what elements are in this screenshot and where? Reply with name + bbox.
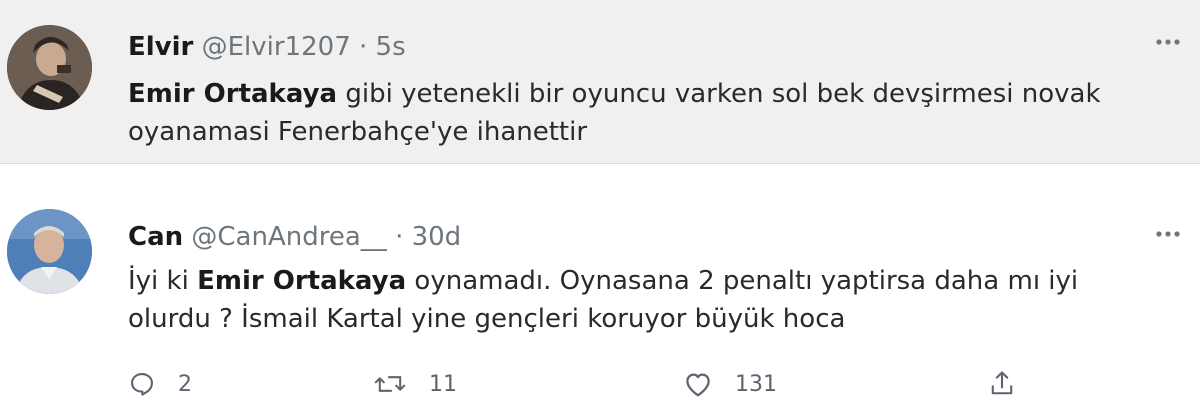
retweet-button[interactable]: 11 [373,364,457,404]
tweet-text-rest: oynamadı. Oynasana 2 penaltı yaptirsa da… [406,266,1079,296]
tweet-text: İyi ki Emir Ortakaya oynamadı. Oynasana … [128,262,1078,338]
mention-text: Emir Ortakaya [197,266,407,296]
share-button[interactable] [988,364,1016,404]
heart-icon [686,373,710,397]
separator-dot: · [359,32,368,62]
divider [0,163,1200,164]
tweet-text-line: oyanamasi Fenerbahçe'ye ihanettir [128,117,588,147]
share-icon [991,371,1013,395]
like-count: 131 [735,371,777,397]
profile-photo-icon [7,209,92,294]
tweet-text-rest: gibi yetenekli bir oyuncu varken sol bek… [337,79,1101,109]
author-name[interactable]: Can [128,222,183,252]
tweet-action-bar: 2 11 131 [128,364,1028,404]
more-horizontal-icon [1156,39,1180,45]
reply-count: 2 [178,371,192,397]
reply-button[interactable]: 2 [128,364,192,404]
tweet-text-line: Emir Ortakaya gibi yetenekli bir oyuncu … [128,75,1101,113]
separator-dot: · [395,222,404,252]
tweet-feed: Elvir @Elvir1207 · 5s Emir Ortakaya gibi… [0,0,1200,412]
author-handle[interactable]: @CanAndrea__ [191,222,386,252]
tweet-text-line: İyi ki Emir Ortakaya oynamadı. Oynasana … [128,262,1078,300]
tweet-header: Can @CanAndrea__ · 30d [128,222,461,252]
profile-photo-icon [7,25,92,110]
tweet-text: Emir Ortakaya gibi yetenekli bir oyuncu … [128,75,1101,151]
retweet-icon [374,376,406,392]
tweet-text-prefix: İyi ki [128,266,198,296]
like-button[interactable]: 131 [683,364,777,404]
avatar[interactable] [7,209,92,294]
more-options-button[interactable] [1152,222,1184,246]
retweet-count: 11 [429,371,457,397]
more-options-button[interactable] [1152,30,1184,54]
avatar[interactable] [7,25,92,110]
tweet-header: Elvir @Elvir1207 · 5s [128,32,406,62]
author-handle[interactable]: @Elvir1207 [202,32,351,62]
tweet-text-line: olurdu ? İsmail Kartal yine gençleri kor… [128,304,846,334]
more-horizontal-icon [1156,231,1180,237]
author-name[interactable]: Elvir [128,32,193,62]
timestamp[interactable]: 5s [376,32,406,62]
tweet-item[interactable]: Elvir @Elvir1207 · 5s Emir Ortakaya gibi… [0,0,1200,163]
reply-icon [131,373,153,396]
mention-text: Emir Ortakaya [128,79,338,109]
timestamp[interactable]: 30d [412,222,462,252]
